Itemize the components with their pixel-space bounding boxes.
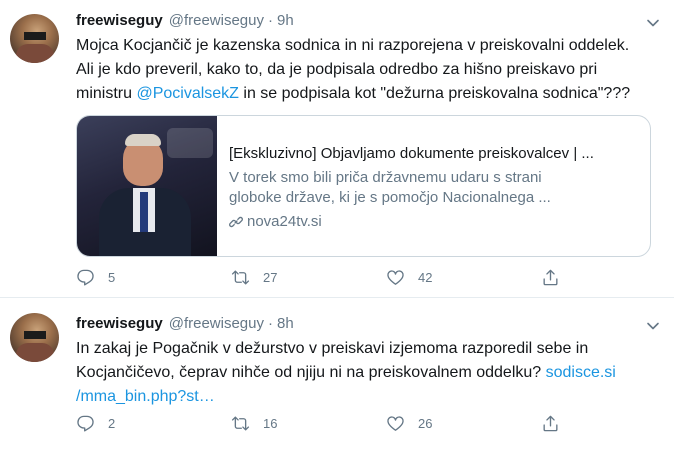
tweet-text-line: Ali je kdo preveril, kako to, da je podp… [76,61,598,78]
user-handle[interactable]: @freewiseguy [169,315,264,332]
user-handle[interactable]: @freewiseguy [169,12,264,29]
tweet-text-line: /mma_bin.php?st… [76,385,661,409]
retweet-button[interactable]: 16 [231,414,386,433]
text-segment: Kocjančičevo, čeprav nihče od njiju ni n… [76,364,546,381]
reply-button[interactable]: 5 [76,268,231,287]
retweet-button[interactable]: 27 [231,268,386,287]
card-title: [Ekskluzivno] Objavljamo dokumente preis… [229,145,594,162]
tweet-text-line: Mojca Kocjančič je kazenska sodnica in n… [76,37,630,54]
mention-link[interactable]: @PocivalsekZ [136,85,239,102]
url-link[interactable]: sodisce.si [546,364,616,381]
url-link-continued[interactable]: /mma_bin.php?st… [76,388,215,405]
link-icon [229,216,243,228]
like-button[interactable]: 42 [386,268,541,287]
card-body: [Ekskluzivno] Objavljamo dokumente preis… [229,144,639,232]
retweet-count: 16 [263,416,278,431]
card-description-line: V torek smo bili priča državnemu udaru s… [229,169,542,186]
display-name[interactable]: freewiseguy [76,315,163,332]
tweet-header: freewiseguy @freewiseguy · 8h [76,315,294,332]
like-icon [387,416,404,431]
separator: · [268,12,273,29]
reply-count: 5 [108,270,116,285]
tweet-text-line: In zakaj je Pogačnik v dežurstvo v preis… [76,340,589,357]
reply-icon [77,415,94,432]
display-name[interactable]: freewiseguy [76,12,163,29]
tweet-actions: 2 16 26 [76,414,560,433]
tweet-header: freewiseguy @freewiseguy · 9h [76,12,294,29]
text-segment: in se podpisala kot "dežurna preiskovaln… [238,85,631,102]
timeline: freewiseguy @freewiseguy · 9h Mojca Kocj… [0,0,674,461]
reply-icon [77,269,94,286]
like-count: 26 [418,416,433,431]
like-count: 42 [418,270,433,285]
tweet[interactable]: freewiseguy @freewiseguy · 8h In zakaj j… [0,297,674,461]
tweet[interactable]: freewiseguy @freewiseguy · 9h Mojca Kocj… [0,0,674,297]
tweet-text: Mojca Kocjančič je kazenska sodnica in n… [76,34,661,106]
like-icon [387,270,404,285]
card-domain: nova24tv.si [229,212,639,232]
card-description-line: globoke države, ki je s pomočjo Nacional… [229,189,551,206]
share-button[interactable] [541,414,560,433]
separator: · [268,315,273,332]
retweet-icon [231,416,250,431]
tweet-actions: 5 27 42 [76,268,560,287]
tweet-text-line: Kocjančičevo, čeprav nihče od njiju ni n… [76,361,661,385]
link-card[interactable]: [Ekskluzivno] Objavljamo dokumente preis… [76,115,651,257]
share-icon [543,269,558,286]
reply-count: 2 [108,416,116,431]
share-icon [543,415,558,432]
avatar[interactable] [10,14,59,63]
chevron-down-icon[interactable] [646,319,660,333]
share-button[interactable] [541,268,560,287]
card-thumbnail [77,116,217,256]
card-domain-text: nova24tv.si [247,213,322,230]
timestamp[interactable]: 9h [277,12,294,29]
tweet-text-line: ministru @PocivalsekZ in se podpisala ko… [76,82,661,106]
retweet-count: 27 [263,270,278,285]
timestamp[interactable]: 8h [277,315,294,332]
reply-button[interactable]: 2 [76,414,231,433]
text-segment: ministru [76,85,137,102]
avatar[interactable] [10,313,59,362]
tweet-text: In zakaj je Pogačnik v dežurstvo v preis… [76,337,661,409]
like-button[interactable]: 26 [386,414,541,433]
chevron-down-icon[interactable] [646,16,660,30]
card-description: V torek smo bili priča državnemu udaru s… [229,168,639,208]
retweet-icon [231,270,250,285]
